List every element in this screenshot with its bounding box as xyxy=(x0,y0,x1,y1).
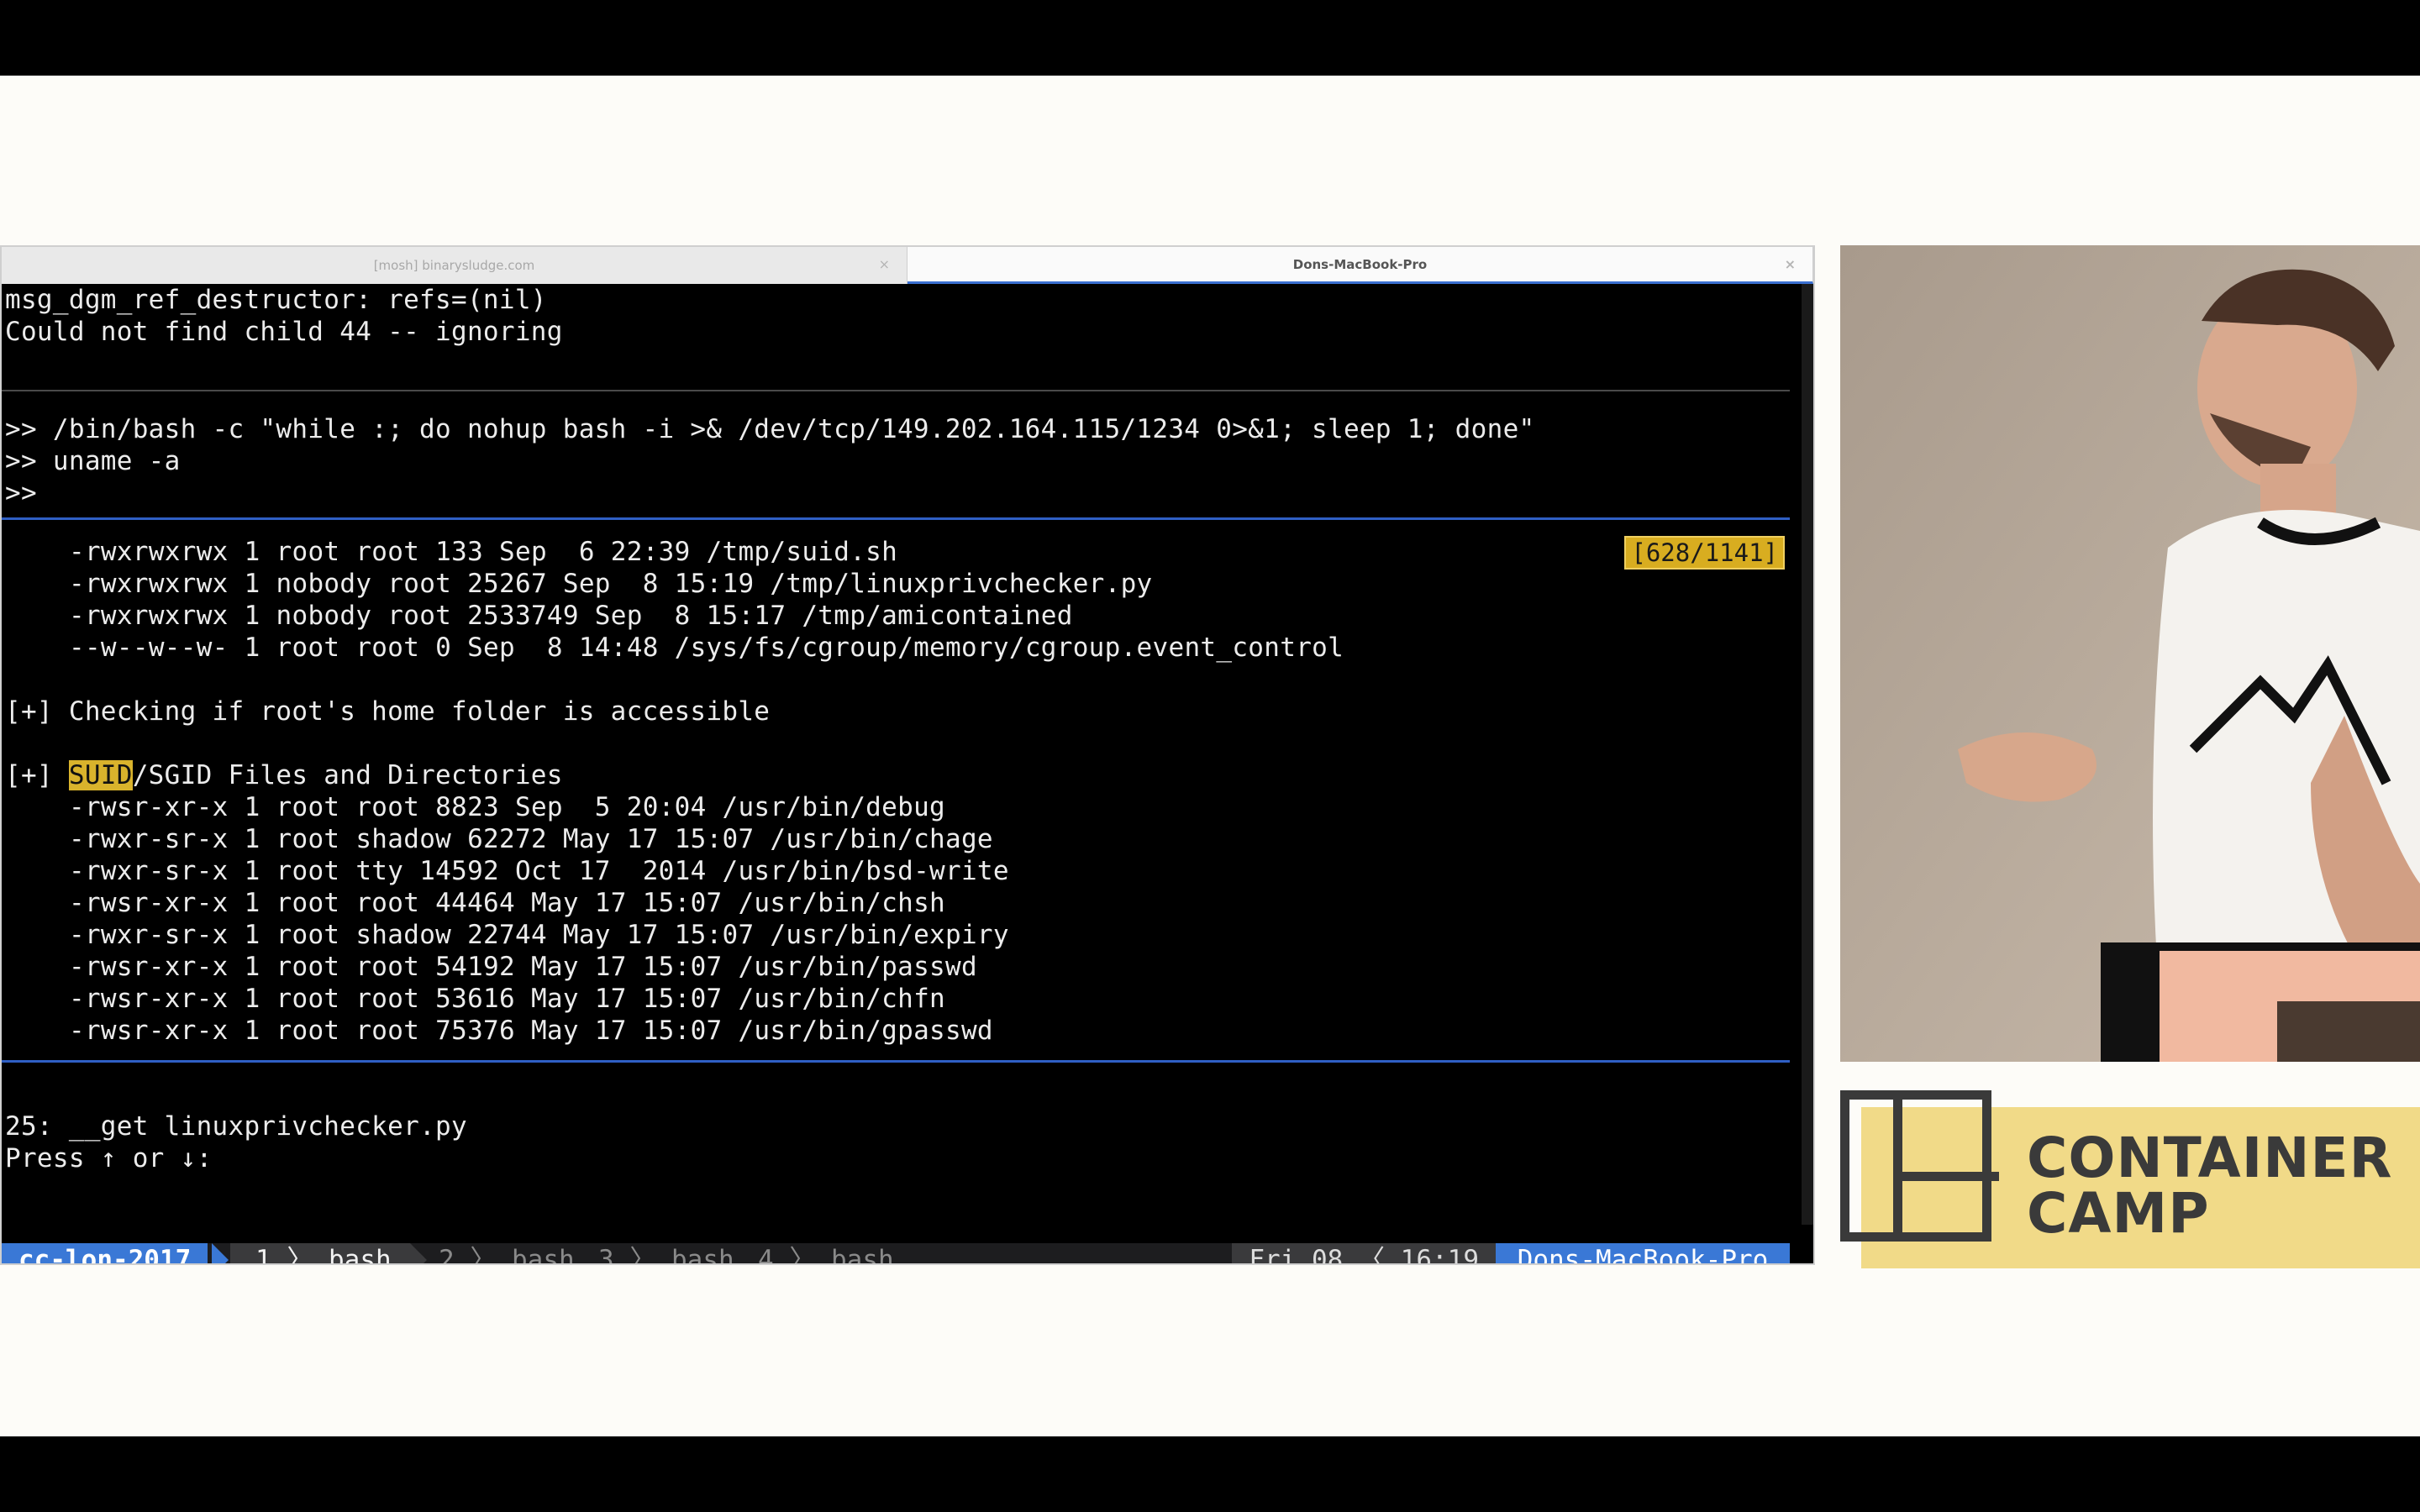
tab-label: Dons-MacBook-Pro xyxy=(1292,256,1428,272)
scrollbar[interactable] xyxy=(1802,284,1813,1225)
tab-bar: [mosh] binarysludge.com × Dons-MacBook-P… xyxy=(2,247,1813,284)
prompt-input[interactable]: >> xyxy=(5,477,37,509)
logo-line-2: CAMP xyxy=(2027,1181,2210,1246)
suid-line: -rwxr-sr-x 1 root tty 14592 Oct 17 2014 … xyxy=(69,856,1009,886)
suid-line: -rwsr-xr-x 1 root root 54192 May 17 15:0… xyxy=(69,952,977,982)
output-line: Could not find child 44 -- ignoring xyxy=(5,317,563,347)
output-line: msg_dgm_ref_destructor: refs=(nil) xyxy=(5,285,547,315)
separator-arrow-icon xyxy=(212,1243,229,1263)
terminal-window[interactable]: [mosh] binarysludge.com × Dons-MacBook-P… xyxy=(0,245,1815,1265)
speaker-photo xyxy=(1840,245,2420,1062)
file-line: -rwxrwxrwx 1 nobody root 25267 Sep 8 15:… xyxy=(69,569,1153,599)
status-datetime: Fri 08 〈 16:19 xyxy=(1232,1243,1496,1263)
close-icon[interactable]: × xyxy=(879,256,890,272)
letterbox-bottom xyxy=(0,1436,2420,1512)
logo-text: CONTAINER CAMP xyxy=(2027,1131,2392,1242)
file-line: -rwxrwxrwx 1 root root 133 Sep 6 22:39 /… xyxy=(69,537,898,567)
pane-divider-active xyxy=(2,517,1790,520)
tab-dons-macbook-pro[interactable]: Dons-MacBook-Pro × xyxy=(908,247,1813,284)
close-icon[interactable]: × xyxy=(1785,256,1796,272)
separator-arrow-icon xyxy=(410,1243,427,1263)
file-line: --w--w--w- 1 root root 0 Sep 8 14:48 /sy… xyxy=(69,633,1344,663)
window-tab-4[interactable]: 4 〉 bash xyxy=(758,1243,894,1263)
status-hostname: Dons-MacBook-Pro xyxy=(1496,1243,1790,1263)
terminal-output[interactable]: msg_dgm_ref_destructor: refs=(nil) Could… xyxy=(2,284,1790,1263)
suid-line: -rwxr-sr-x 1 root shadow 22744 May 17 15… xyxy=(69,920,1009,950)
suid-line: -rwsr-xr-x 1 root root 8823 Sep 5 20:04 … xyxy=(69,792,945,822)
window-tab-3[interactable]: 3 〉 bash xyxy=(598,1243,734,1263)
window-tab-2[interactable]: 2 〉 bash xyxy=(439,1243,575,1263)
session-name: cc-lon-2017 xyxy=(2,1243,208,1263)
section-heading: [+] Checking if root's home folder is ac… xyxy=(5,696,771,727)
prompt-line: >> uname -a xyxy=(5,446,181,476)
speaker-video xyxy=(1840,245,2420,1062)
window-tab-1[interactable]: 1 〉 bash xyxy=(230,1243,410,1263)
section-heading: [+] SUID/SGID Files and Directories xyxy=(5,759,563,791)
tmux-status-bar: cc-lon-2017 1 〉 bash 2 〉 bash 3 〉 bash 4… xyxy=(2,1243,1790,1263)
logo-line-1: CONTAINER xyxy=(2027,1126,2393,1190)
history-line: 25: __get linuxprivchecker.py xyxy=(5,1111,467,1142)
suid-line: -rwsr-xr-x 1 root root 53616 May 17 15:0… xyxy=(69,984,945,1014)
search-match-highlight: SUID xyxy=(68,760,133,790)
file-line: -rwxrwxrwx 1 nobody root 2533749 Sep 8 1… xyxy=(69,601,1073,631)
container-camp-logo-icon xyxy=(1840,1090,1999,1242)
suid-line: -rwsr-xr-x 1 root root 44464 May 17 15:0… xyxy=(69,888,945,918)
letterbox-top xyxy=(0,0,2420,76)
prompt-input[interactable]: Press ↑ or ↓: xyxy=(5,1142,213,1174)
prompt-line: >> /bin/bash -c "while :; do nohup bash … xyxy=(5,414,1535,444)
heading-prefix: [+] xyxy=(5,760,69,790)
tab-mosh-binarysludge[interactable]: [mosh] binarysludge.com × xyxy=(2,247,908,284)
scroll-position-badge: [628/1141] xyxy=(1624,536,1785,570)
pane-divider xyxy=(2,390,1790,391)
tab-label: [mosh] binarysludge.com xyxy=(373,258,535,273)
suid-line: -rwsr-xr-x 1 root root 75376 May 17 15:0… xyxy=(69,1016,993,1046)
pane-divider-active xyxy=(2,1060,1790,1063)
heading-rest: /SGID Files and Directories xyxy=(132,760,563,790)
suid-line: -rwxr-sr-x 1 root shadow 62272 May 17 15… xyxy=(69,824,993,854)
